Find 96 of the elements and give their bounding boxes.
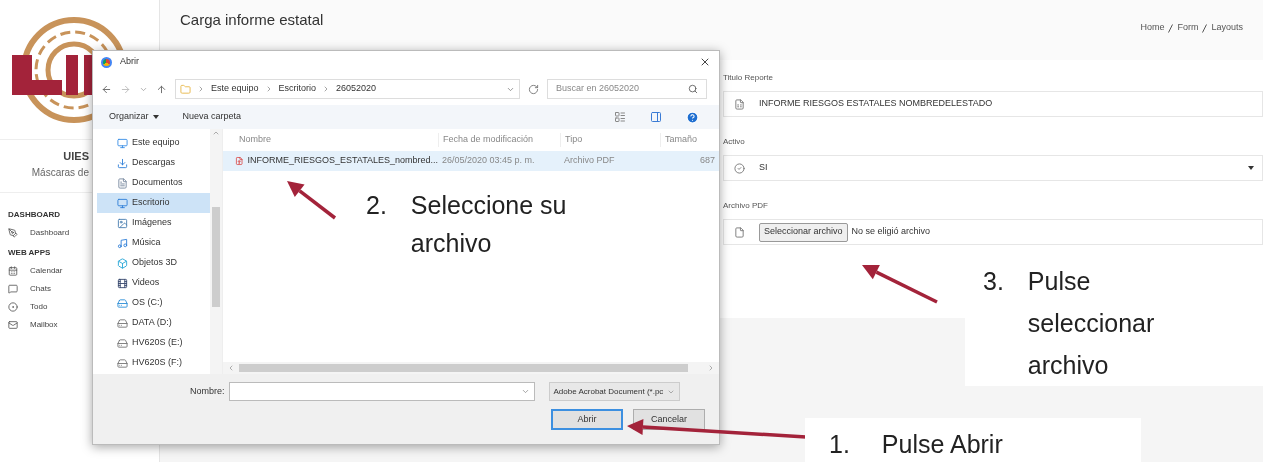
drive-icon — [117, 317, 128, 329]
breadcrumb-link[interactable]: Form — [1177, 21, 1199, 35]
search-icon — [688, 84, 698, 94]
nav-section-title: WEB APPS — [8, 246, 52, 259]
navigation-item[interactable]: Objetos 3D — [97, 253, 210, 273]
navigation-item[interactable]: Videos — [97, 273, 210, 293]
cube-icon — [117, 257, 128, 269]
annotation-text: Seleccione su archivo — [410, 190, 568, 259]
path-segment[interactable]: 26052020 — [336, 82, 377, 96]
file-type-select[interactable]: Adobe Acrobat Document (*.pc — [548, 382, 681, 401]
list-view-icon[interactable] — [614, 111, 626, 123]
navigation-item[interactable]: Este equipo — [97, 133, 210, 153]
back-arrow-icon[interactable] — [101, 83, 112, 95]
annotation-text: Pulse Abrir — [881, 429, 1003, 460]
path-segment[interactable]: Escritorio — [278, 82, 317, 96]
chevron-up-icon[interactable] — [212, 129, 220, 137]
field-label: Titulo Reporte — [723, 72, 774, 84]
file-status: No se eligió archivo — [851, 225, 931, 239]
annotation-text: Pulse seleccionar archivo — [1027, 266, 1156, 381]
help-icon[interactable] — [686, 110, 699, 124]
column-header[interactable]: Tipo — [560, 133, 660, 147]
navigation-item[interactable]: OS (C:) — [97, 293, 210, 313]
file-name-field[interactable] — [228, 382, 535, 401]
navigation-item[interactable]: Documentos — [97, 173, 210, 193]
chevron-right-icon — [197, 85, 205, 93]
organize-menu[interactable]: Organizar — [109, 110, 159, 124]
address-bar[interactable]: Este equipo Escritorio 26052020 — [175, 79, 520, 99]
panel-icon[interactable] — [650, 111, 662, 123]
column-header[interactable]: Nombre — [223, 133, 438, 147]
table-cell-text: 687 — [698, 154, 716, 168]
arrow — [287, 181, 337, 220]
download-icon — [117, 157, 128, 169]
drive-icon — [117, 337, 128, 349]
chevron-left-icon[interactable] — [227, 364, 235, 372]
chat-bubble-icon — [8, 283, 18, 294]
path-segment[interactable]: Este equipo — [211, 82, 259, 96]
target-icon — [8, 301, 18, 312]
title-input[interactable]: INFORME RIESGOS ESTATALES NOMBREDELESTADO — [723, 91, 1263, 117]
caret-icon — [1248, 166, 1254, 170]
folder-icon — [180, 83, 191, 95]
slash-icon — [1168, 23, 1174, 33]
refresh-icon[interactable] — [528, 83, 539, 95]
close-icon[interactable] — [699, 56, 711, 68]
annotation-number: 3. — [983, 266, 1004, 297]
image-icon — [117, 217, 128, 229]
navigation-item[interactable]: Escritorio — [97, 193, 210, 213]
field-label: Nombre: — [190, 384, 225, 398]
table-cell-text: 26/05/2020 03:45 p. m. — [441, 154, 536, 168]
field-label: Archivo PDF — [723, 200, 769, 212]
desktop-icon — [117, 197, 128, 209]
brand-subtitle: Máscaras de — [31, 165, 89, 180]
pdf-file-icon — [235, 156, 244, 166]
search-field[interactable]: Buscar en 26052020 — [547, 79, 707, 99]
nav-section-title: DASHBOARD — [8, 208, 61, 221]
drive-icon — [117, 297, 128, 309]
chevron-down-icon — [520, 387, 530, 396]
breadcrumb-link[interactable]: Home — [1140, 21, 1165, 35]
caret-icon — [152, 115, 159, 119]
drive-icon — [117, 357, 128, 369]
up-arrow-icon[interactable] — [156, 83, 167, 95]
field-label: Activo — [723, 136, 746, 148]
envelope-icon — [8, 319, 18, 330]
open-button[interactable]: Abrir — [551, 409, 623, 430]
document-icon — [734, 98, 745, 110]
dialog-title: Abrir — [120, 55, 140, 69]
annotation-number: 2. — [366, 190, 387, 221]
film-icon — [117, 277, 128, 289]
check-circle-icon — [734, 162, 745, 174]
choose-file-button[interactable]: Seleccionar archivo — [759, 222, 848, 242]
scrollbar-thumb[interactable] — [239, 364, 688, 372]
column-header[interactable]: Tamaño — [660, 133, 719, 147]
document-icon — [117, 177, 128, 189]
brand-name: UIES — [63, 149, 89, 164]
breadcrumb-link[interactable]: Layouts — [1211, 21, 1243, 35]
music-note-icon — [117, 237, 128, 249]
page-title: Carga informe estatal — [180, 9, 324, 30]
column-header[interactable]: Fecha de modificación — [438, 133, 560, 147]
navigation-item[interactable]: HV620S (E:) — [97, 333, 210, 353]
browser-logo-icon — [101, 56, 112, 68]
chevron-right-icon[interactable] — [707, 364, 715, 372]
table-cell-text: Archivo PDF — [563, 154, 616, 168]
new-folder-button[interactable]: Nueva carpeta — [182, 110, 242, 124]
scrollbar-thumb[interactable] — [212, 207, 220, 307]
navigation-item[interactable]: Descargas — [97, 153, 210, 173]
file-icon — [734, 226, 745, 238]
pen-icon — [8, 227, 18, 238]
forward-arrow-icon[interactable] — [120, 83, 131, 95]
annotation-number: 1. — [829, 429, 850, 460]
computer-icon — [117, 137, 128, 149]
table-cell: INFORME_RIESGOS_ESTATALES_nombred... — [223, 154, 438, 168]
calendar-icon — [8, 265, 18, 276]
active-select[interactable]: SI — [723, 155, 1263, 181]
navigation-item[interactable]: DATA (D:) — [97, 313, 210, 333]
file-row[interactable]: INFORME_RIESGOS_ESTATALES_nombred... 26/05/2020 03:45 p. m. Archivo PDF 687 — [223, 151, 719, 171]
slash-icon — [1202, 23, 1208, 33]
navigation-item[interactable]: HV620S (F:) — [97, 353, 210, 373]
